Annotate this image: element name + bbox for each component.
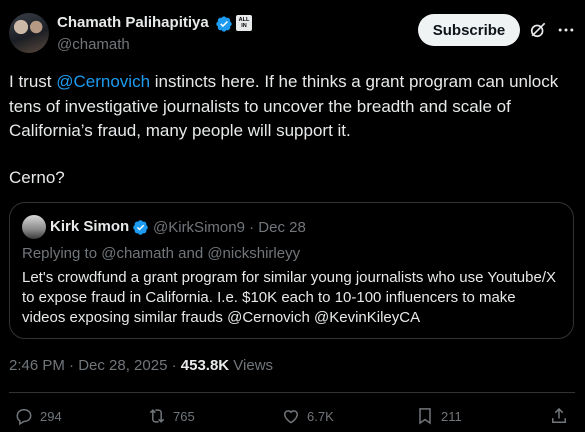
author-handle[interactable]: @chamath [57, 36, 130, 53]
quote-avatar[interactable] [22, 215, 46, 239]
bookmark-icon [419, 408, 431, 425]
divider [9, 392, 575, 393]
reply-button[interactable]: 294 [14, 406, 62, 426]
post-time[interactable]: 2:46 PM · Dec 28, 2025 · [9, 357, 181, 374]
views-count: 453.8K [180, 357, 230, 374]
like-button[interactable]: 6.7K [281, 406, 334, 426]
repost-button[interactable]: 765 [147, 406, 195, 426]
repost-icon [149, 409, 165, 423]
quote-reply-line: Replying to @chamath and @nickshirleyy [22, 245, 301, 262]
bookmark-button[interactable]: 211 [415, 406, 462, 426]
reply-count: 294 [40, 408, 62, 424]
post-text: I trust @Cernovich instincts here. If he… [9, 70, 579, 144]
verified-icon [133, 220, 148, 235]
more-icon[interactable] [556, 20, 576, 40]
like-count: 6.7K [307, 408, 334, 424]
like-icon [283, 410, 299, 424]
quote-handle[interactable]: @KirkSimon9 [153, 219, 245, 236]
bookmark-count: 211 [441, 408, 462, 424]
subscribe-button[interactable]: Subscribe [418, 14, 520, 46]
post-text-2: Cerno? [9, 168, 65, 187]
quote-author-name[interactable]: Kirk Simon [50, 218, 129, 235]
all-in-badge: ALL IN [236, 15, 252, 31]
mention-link[interactable]: @Cernovich [56, 72, 150, 91]
author-name[interactable]: Chamath Palihapitiya [57, 14, 209, 31]
quote-meta: @KirkSimon9 · Dec 28 [153, 219, 306, 236]
post-text-start: I trust [9, 72, 57, 91]
share-icon [552, 407, 566, 423]
reply-icon [16, 409, 32, 426]
quote-date[interactable]: Dec 28 [258, 219, 306, 236]
repost-count: 765 [173, 408, 195, 424]
post-timestamp: 2:46 PM · Dec 28, 2025 · 453.8K Views [9, 357, 273, 374]
verified-icon [216, 16, 232, 32]
quote-text: Let's crowdfund a grant program for simi… [22, 269, 556, 326]
views-label: Views [229, 357, 274, 374]
avatar[interactable] [9, 13, 49, 53]
grok-icon[interactable] [528, 20, 548, 40]
share-button[interactable] [549, 406, 569, 426]
